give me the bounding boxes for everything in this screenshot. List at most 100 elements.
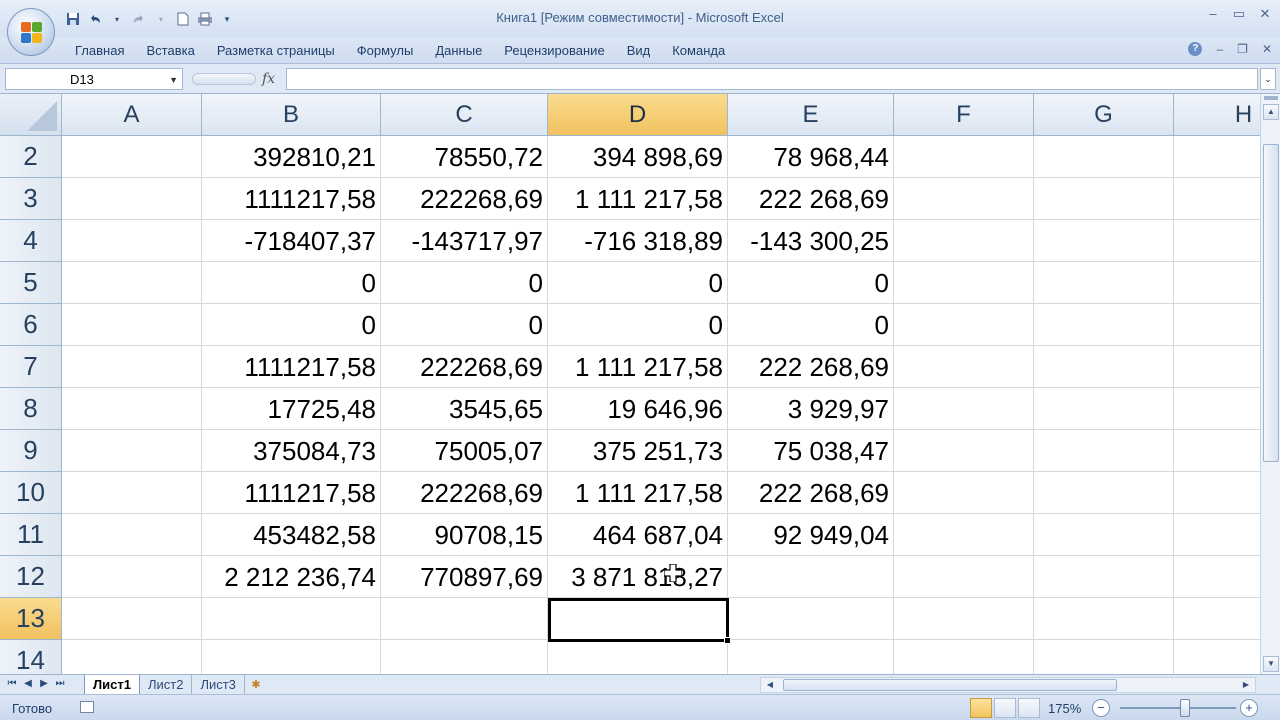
cell-G14[interactable] <box>1034 640 1174 674</box>
cell-D11[interactable]: 464 687,04 <box>548 514 728 556</box>
ribbon-tab[interactable]: Главная <box>64 43 135 58</box>
cell-G3[interactable] <box>1034 178 1174 220</box>
cell-A10[interactable] <box>62 472 202 514</box>
row-header[interactable]: 14 <box>0 640 62 674</box>
cell-C7[interactable]: 222268,69 <box>381 346 548 388</box>
cell-C6[interactable]: 0 <box>381 304 548 346</box>
cell-C4[interactable]: -143717,97 <box>381 220 548 262</box>
scroll-left-icon[interactable]: ◀ <box>763 678 777 692</box>
restore-workbook-icon[interactable]: ❐ <box>1237 42 1248 56</box>
row-header[interactable]: 2 <box>0 136 62 178</box>
cell-D3[interactable]: 1 111 217,58 <box>548 178 728 220</box>
column-header[interactable]: E <box>728 94 894 136</box>
row-header[interactable]: 3 <box>0 178 62 220</box>
ribbon-tab[interactable]: Вставка <box>135 43 205 58</box>
sheet-tab[interactable]: Лист3 <box>192 675 245 694</box>
cell-F4[interactable] <box>894 220 1034 262</box>
close-workbook-icon[interactable]: ✕ <box>1262 42 1272 56</box>
row-header[interactable]: 11 <box>0 514 62 556</box>
cell-F10[interactable] <box>894 472 1034 514</box>
cell-D13[interactable] <box>548 598 728 640</box>
cell-C9[interactable]: 75005,07 <box>381 430 548 472</box>
cell-G4[interactable] <box>1034 220 1174 262</box>
cell-G12[interactable] <box>1034 556 1174 598</box>
cell-E2[interactable]: 78 968,44 <box>728 136 894 178</box>
row-header[interactable]: 8 <box>0 388 62 430</box>
scroll-up-icon[interactable]: ▲ <box>1263 104 1279 120</box>
select-all-button[interactable] <box>0 94 62 136</box>
cell-D4[interactable]: -716 318,89 <box>548 220 728 262</box>
page-layout-view-icon[interactable] <box>994 698 1016 718</box>
zoom-level[interactable]: 175% <box>1048 701 1081 716</box>
normal-view-icon[interactable] <box>970 698 992 718</box>
cell-E12[interactable] <box>728 556 894 598</box>
cell-C12[interactable]: 770897,69 <box>381 556 548 598</box>
cell-G11[interactable] <box>1034 514 1174 556</box>
insert-function-icon[interactable]: fx <box>262 71 275 87</box>
cell-H3[interactable] <box>1174 178 1260 220</box>
ribbon-tab[interactable]: Разметка страницы <box>206 43 346 58</box>
cell-D12[interactable]: 3 871 818,27 <box>548 556 728 598</box>
cell-A5[interactable] <box>62 262 202 304</box>
cell-D14[interactable] <box>548 640 728 674</box>
cell-D6[interactable]: 0 <box>548 304 728 346</box>
row-header[interactable]: 4 <box>0 220 62 262</box>
cell-G6[interactable] <box>1034 304 1174 346</box>
vertical-scroll-thumb[interactable] <box>1263 144 1279 462</box>
cell-E5[interactable]: 0 <box>728 262 894 304</box>
formula-input[interactable] <box>286 68 1258 90</box>
cell-H7[interactable] <box>1174 346 1260 388</box>
cell-H6[interactable] <box>1174 304 1260 346</box>
cell-G13[interactable] <box>1034 598 1174 640</box>
scroll-down-icon[interactable]: ▼ <box>1263 656 1279 672</box>
cell-B14[interactable] <box>202 640 381 674</box>
cell-C13[interactable] <box>381 598 548 640</box>
cell-F12[interactable] <box>894 556 1034 598</box>
cell-B11[interactable]: 453482,58 <box>202 514 381 556</box>
cell-B9[interactable]: 375084,73 <box>202 430 381 472</box>
cell-A4[interactable] <box>62 220 202 262</box>
cell-A7[interactable] <box>62 346 202 388</box>
cell-E10[interactable]: 222 268,69 <box>728 472 894 514</box>
cell-B6[interactable]: 0 <box>202 304 381 346</box>
name-box[interactable]: D13 ▼ <box>5 68 183 90</box>
last-sheet-icon[interactable]: ⏭ <box>54 678 66 689</box>
minimize-workbook-icon[interactable]: – <box>1216 42 1223 56</box>
cell-F11[interactable] <box>894 514 1034 556</box>
help-icon[interactable]: ? <box>1188 42 1203 56</box>
ribbon-tab[interactable]: Формулы <box>346 43 425 58</box>
scroll-right-icon[interactable]: ▶ <box>1239 678 1253 692</box>
cell-E4[interactable]: -143 300,25 <box>728 220 894 262</box>
vertical-scrollbar[interactable]: ▲ ▼ <box>1260 94 1280 674</box>
cell-A11[interactable] <box>62 514 202 556</box>
zoom-slider-knob[interactable] <box>1180 699 1190 717</box>
cell-G9[interactable] <box>1034 430 1174 472</box>
cell-B5[interactable]: 0 <box>202 262 381 304</box>
cell-D7[interactable]: 1 111 217,58 <box>548 346 728 388</box>
cell-C8[interactable]: 3545,65 <box>381 388 548 430</box>
formula-bar-resize-handle[interactable] <box>192 73 256 85</box>
zoom-out-icon[interactable]: − <box>1092 699 1110 717</box>
cell-H13[interactable] <box>1174 598 1260 640</box>
cell-B3[interactable]: 1111217,58 <box>202 178 381 220</box>
split-handle[interactable] <box>1264 96 1278 100</box>
cell-A8[interactable] <box>62 388 202 430</box>
cell-A9[interactable] <box>62 430 202 472</box>
cell-E13[interactable] <box>728 598 894 640</box>
prev-sheet-icon[interactable]: ◀ <box>22 678 34 689</box>
ribbon-tab[interactable]: Рецензирование <box>493 43 615 58</box>
cell-F7[interactable] <box>894 346 1034 388</box>
minimize-icon[interactable]: – <box>1206 6 1220 22</box>
chevron-down-icon[interactable]: ▼ <box>169 75 178 85</box>
zoom-in-icon[interactable]: + <box>1240 699 1258 717</box>
horizontal-scroll-thumb[interactable] <box>783 679 1117 691</box>
column-header[interactable]: H <box>1174 94 1260 136</box>
zoom-slider-track[interactable] <box>1120 707 1236 709</box>
next-sheet-icon[interactable]: ▶ <box>38 678 50 689</box>
cell-E14[interactable] <box>728 640 894 674</box>
column-header[interactable]: G <box>1034 94 1174 136</box>
cell-H5[interactable] <box>1174 262 1260 304</box>
cell-H14[interactable] <box>1174 640 1260 674</box>
cell-A2[interactable] <box>62 136 202 178</box>
cell-A6[interactable] <box>62 304 202 346</box>
